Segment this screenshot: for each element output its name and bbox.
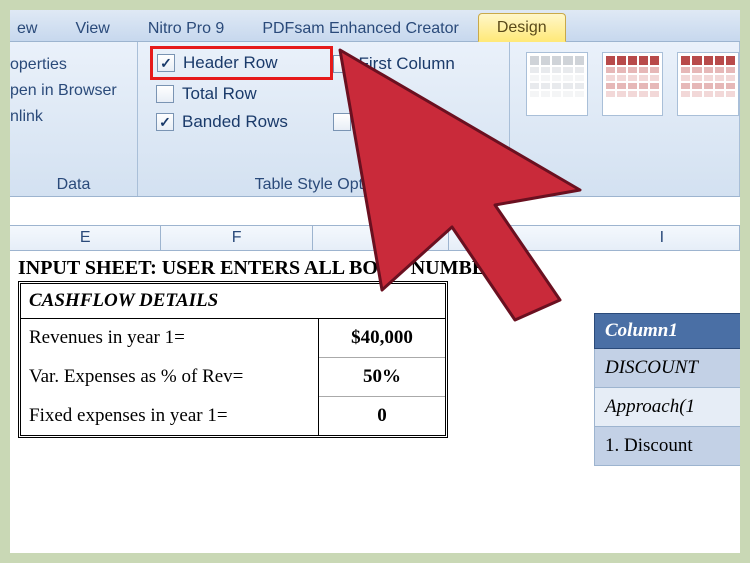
group-table-style-options: ✓ Header Row First Column Total Row ✓ Ba…	[138, 42, 510, 196]
cashflow-section-title: CASHFLOW DETAILS	[21, 284, 445, 319]
table-style-red-2[interactable]	[677, 52, 739, 116]
table-style-light[interactable]	[526, 52, 588, 116]
tab-view[interactable]: View	[56, 14, 128, 42]
right-table-cell[interactable]: DISCOUNT	[594, 349, 740, 388]
tab-nitro-pro[interactable]: Nitro Pro 9	[129, 14, 243, 42]
group-label-tso: Table Style Options	[138, 176, 509, 194]
checkbox-icon	[156, 85, 174, 103]
btn-unlink[interactable]: nlink	[10, 104, 129, 130]
chk-header-row[interactable]: ✓ Header Row	[150, 46, 333, 80]
chk-banded-columns[interactable]: Ban	[333, 112, 500, 132]
checkbox-icon: ✓	[157, 54, 175, 72]
cashflow-details-box: CASHFLOW DETAILS Revenues in year 1= $40…	[18, 281, 448, 438]
tab-design[interactable]: Design	[478, 13, 566, 42]
cashflow-row-value: 0	[319, 397, 445, 435]
app-frame: ew View Nitro Pro 9 PDFsam Enhanced Crea…	[10, 10, 740, 553]
col-header-G[interactable]: G	[313, 226, 449, 250]
ribbon-tabs: ew View Nitro Pro 9 PDFsam Enhanced Crea…	[10, 10, 740, 42]
tab-partial-review[interactable]: ew	[10, 14, 56, 42]
cashflow-row-label: Revenues in year 1=	[21, 319, 319, 358]
checkbox-icon	[333, 113, 351, 131]
tab-pdfsam[interactable]: PDFsam Enhanced Creator	[243, 14, 478, 42]
chk-header-row-label: Header Row	[183, 53, 278, 73]
cashflow-row-label: Fixed expenses in year 1=	[21, 397, 319, 435]
cashflow-row-value: 50%	[319, 358, 445, 397]
chk-total-row-label: Total Row	[182, 84, 257, 104]
column-headers-row: E F G I	[10, 225, 740, 251]
right-table-cell[interactable]: Approach(1	[594, 388, 740, 427]
chk-banded-columns-label: Ban	[359, 112, 389, 132]
col-header-E[interactable]: E	[10, 226, 161, 250]
cashflow-row-label: Var. Expenses as % of Rev=	[21, 358, 319, 397]
col-header-F[interactable]: F	[161, 226, 312, 250]
group-table-styles	[510, 42, 740, 196]
right-table-header[interactable]: Column1	[594, 313, 740, 349]
sheet-body[interactable]: INPUT SHEET: USER ENTERS ALL BOLD NUMBER…	[10, 251, 740, 286]
chk-banded-rows-label: Banded Rows	[182, 112, 288, 132]
chk-first-column[interactable]: First Column	[333, 52, 500, 76]
chk-first-column-label: First Column	[359, 54, 455, 74]
group-label-data: Data	[10, 176, 137, 194]
btn-open-in-browser[interactable]: pen in Browser	[10, 78, 129, 104]
group-external-table-data: operties pen in Browser nlink Data	[10, 42, 138, 196]
col-header-I[interactable]: I	[585, 226, 740, 250]
table-row[interactable]: Fixed expenses in year 1= 0	[21, 397, 445, 435]
btn-properties[interactable]: operties	[10, 52, 129, 78]
chk-banded-rows[interactable]: ✓ Banded Rows	[156, 112, 323, 132]
cashflow-row-value: $40,000	[319, 319, 445, 358]
spreadsheet-area: E F G I INPUT SHEET: USER ENTERS ALL BOL…	[10, 225, 740, 553]
table-style-red-1[interactable]	[602, 52, 664, 116]
checkbox-icon: ✓	[156, 113, 174, 131]
checkbox-icon	[333, 55, 351, 73]
chk-total-row[interactable]: Total Row	[156, 84, 323, 104]
ribbon-body: operties pen in Browser nlink Data ✓ Hea…	[10, 42, 740, 197]
table-row[interactable]: Revenues in year 1= $40,000	[21, 319, 445, 358]
right-styled-table: Column1 DISCOUNT Approach(1 1. Discount	[594, 313, 740, 466]
right-table-cell[interactable]: 1. Discount	[594, 427, 740, 466]
table-row[interactable]: Var. Expenses as % of Rev= 50%	[21, 358, 445, 397]
